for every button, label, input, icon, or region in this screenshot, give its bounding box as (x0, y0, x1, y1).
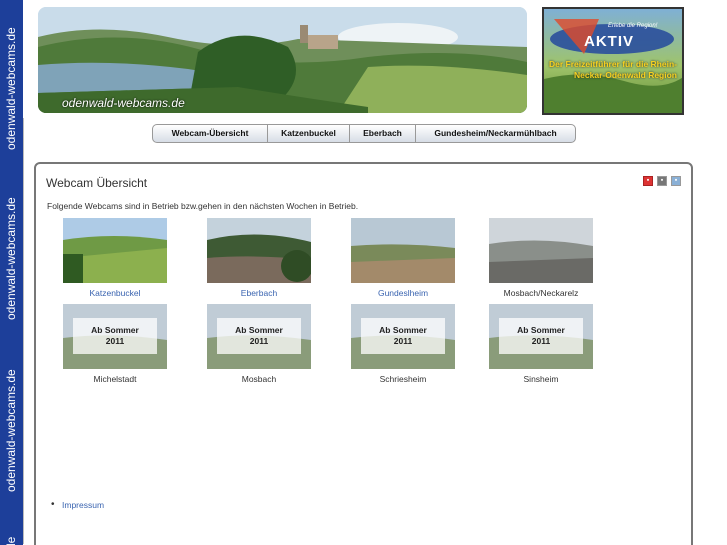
webcam-thumbnail[interactable] (207, 218, 311, 283)
webcam-label: Mosbach (241, 374, 277, 384)
webcam-tile: Ab Sommer 2011 Michelstadt (63, 304, 167, 384)
coming-soon-badge: Ab Sommer 2011 (73, 318, 157, 354)
print-icon[interactable]: ▪ (657, 176, 667, 186)
webcam-placeholder: Ab Sommer 2011 (489, 304, 593, 369)
webcam-label[interactable]: Gundeslheim (351, 288, 455, 298)
webcam-label: Michelstadt (93, 374, 137, 384)
header-banner[interactable]: odenwald-webcams.de (38, 7, 527, 113)
advert-text: Der Freizeitführer für die Rhein-Neckar-… (549, 59, 677, 80)
webcam-tile: Ab Sommer 2011 Schriesheim (351, 304, 455, 384)
webcam-thumbnail[interactable] (489, 218, 593, 283)
advert-logo-word: AKTIV (584, 33, 634, 50)
side-brand-text: odenwald-webcams.de (4, 197, 18, 320)
nav-katzenbuckel[interactable]: Katzenbuckel (268, 125, 350, 142)
side-brand-bar: odenwald-webcams.de odenwald-webcams.de … (0, 0, 23, 545)
webcam-placeholder: Ab Sommer 2011 (207, 304, 311, 369)
coming-soon-badge: Ab Sommer 2011 (217, 318, 301, 354)
nav-gundelsheim[interactable]: Gundesheim/Neckarmühlbach (416, 125, 575, 142)
intro-text: Folgende Webcams sind in Betrieb bzw.geh… (47, 201, 359, 211)
webcam-tile[interactable]: Gundeslheim (351, 218, 455, 298)
webcam-thumbnail[interactable] (63, 218, 167, 283)
webcam-tile[interactable]: Eberbach (207, 218, 311, 298)
webcam-label: Mosbach/Neckarelz (503, 288, 579, 298)
advert-aktiv[interactable]: Erlebe die Region! AKTIV Der Freizeitfüh… (542, 7, 684, 115)
side-brand-text: odenwald-webcams.de (4, 369, 18, 492)
main-nav: Webcam-Übersicht Katzenbuckel Eberbach G… (152, 124, 576, 143)
banner-caption: odenwald-webcams.de (62, 96, 185, 110)
coming-soon-badge: Ab Sommer 2011 (499, 318, 583, 354)
webcam-placeholder: Ab Sommer 2011 (63, 304, 167, 369)
webcam-label: Sinsheim (523, 374, 559, 384)
page-title: Webcam Übersicht (46, 176, 148, 190)
webcam-label[interactable]: Eberbach (207, 288, 311, 298)
webcam-label: Schriesheim (379, 374, 427, 384)
content-panel: Webcam Übersicht ▪ ▪ ▪ Folgende Webcams … (34, 162, 693, 545)
nav-webcam-overview[interactable]: Webcam-Übersicht (153, 125, 268, 142)
pdf-icon[interactable]: ▪ (643, 176, 653, 186)
webcam-label[interactable]: Katzenbuckel (63, 288, 167, 298)
nav-eberbach[interactable]: Eberbach (350, 125, 416, 142)
advert-tagline: Erlebe die Region! (608, 23, 658, 29)
webcam-placeholder: Ab Sommer 2011 (351, 304, 455, 369)
email-icon[interactable]: ▪ (671, 176, 681, 186)
webcam-thumbnail[interactable] (351, 218, 455, 283)
coming-soon-badge: Ab Sommer 2011 (361, 318, 445, 354)
side-brand-text: odenwald-webcams.de (4, 27, 18, 150)
page-tools: ▪ ▪ ▪ (643, 176, 681, 186)
webcam-tile: Ab Sommer 2011 Sinsheim (489, 304, 593, 384)
webcam-tile[interactable]: Mosbach/Neckarelz (489, 218, 593, 298)
webcam-tile[interactable]: Katzenbuckel (63, 218, 167, 298)
impressum-link[interactable]: Impressum (51, 499, 104, 510)
webcam-tile: Ab Sommer 2011 Mosbach (207, 304, 311, 384)
left-accent-strip (23, 118, 33, 544)
side-brand-text: de (4, 536, 18, 545)
